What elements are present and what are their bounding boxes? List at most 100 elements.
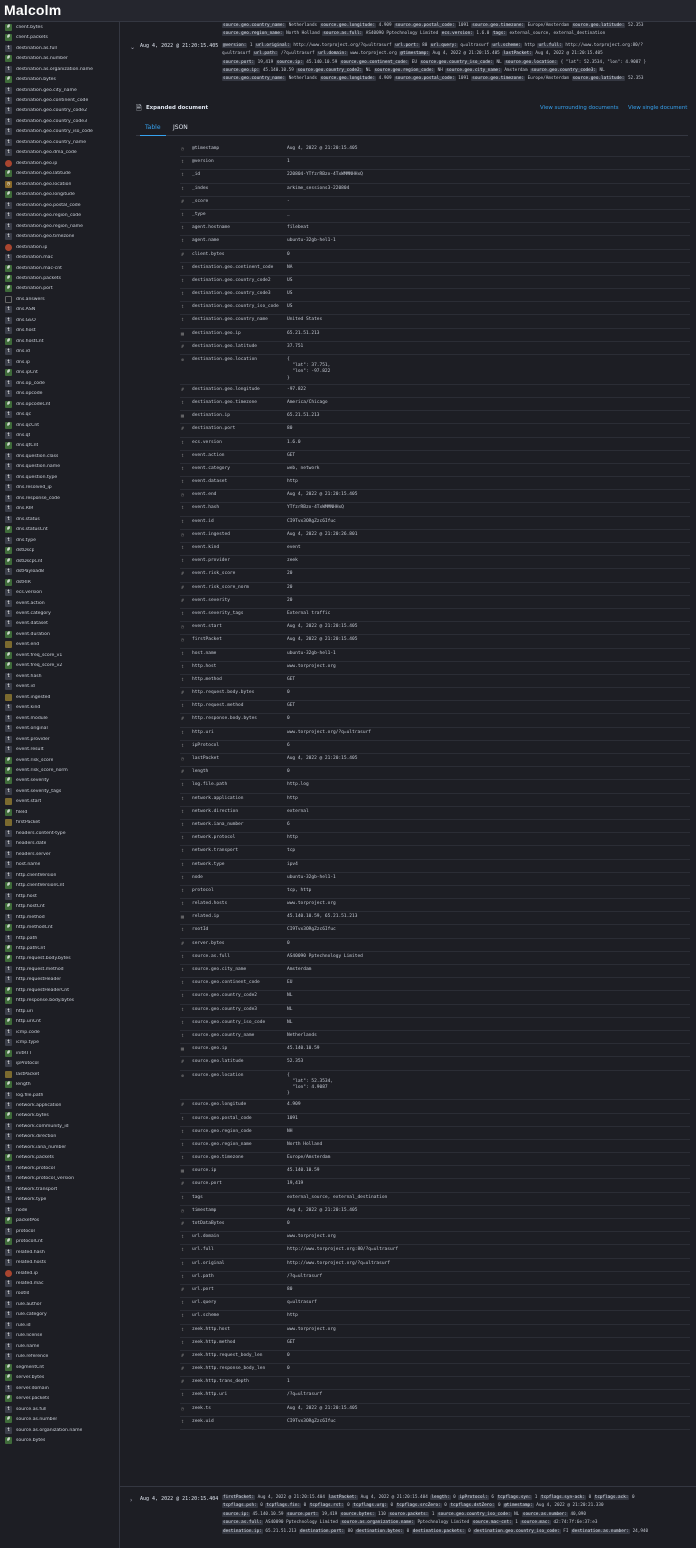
doc-table-row[interactable]: t zeek.uid CI9Tvx3ORgZzc6Ifuc: [180, 1417, 690, 1431]
doc-table-row[interactable]: t destination.geo.continent_code NA: [180, 263, 690, 276]
sidebar-field-item[interactable]: t network.transport: [0, 1184, 119, 1194]
tab-table[interactable]: Table: [140, 122, 166, 136]
doc-table-row[interactable]: ▦ related.ip 45.140.10.59, 65.21.51.213: [180, 912, 690, 926]
sidebar-field-item[interactable]: # source.as.number: [0, 1414, 119, 1424]
doc-table-row[interactable]: t event.provider zeek: [180, 556, 690, 570]
doc-table-row[interactable]: # destination.geo.latitude 37.751: [180, 342, 690, 355]
doc-table-row[interactable]: ◷ @timestamp Aug 4, 2022 @ 21:20:15.405: [180, 144, 690, 158]
sidebar-field-item[interactable]: t destination.geo.city_name: [0, 85, 119, 95]
sidebar-field-item[interactable]: # packetPos: [0, 1215, 119, 1225]
sidebar-field-item[interactable]: t icmp.code: [0, 1027, 119, 1037]
previous-row-summary[interactable]: source.geo.country_name: Netherlands sou…: [222, 22, 692, 38]
sidebar-field-item[interactable]: t dstPayload8: [0, 566, 119, 576]
sidebar-field-item[interactable]: t node: [0, 1205, 119, 1215]
sidebar-field-item[interactable]: t event.dataset: [0, 619, 119, 629]
doc-table-row[interactable]: t destination.geo.country_code3 US: [180, 289, 690, 303]
sidebar-field-item[interactable]: t dns.host: [0, 326, 119, 336]
doc-table-row[interactable]: t url.original http://www.torproject.org/?…: [180, 1259, 690, 1272]
sidebar-field-item[interactable]: # destination.geo.longitude: [0, 190, 119, 200]
doc-table-row[interactable]: t event.hash YTfzrRBzo-4TxWMMNHHxQ: [180, 503, 690, 517]
doc-table-row[interactable]: t zeek.http.method GET: [180, 1338, 690, 1351]
sidebar-field-item[interactable]: t event.module: [0, 713, 119, 723]
doc-table-row[interactable]: t source.geo.region_name North Holland: [180, 1140, 690, 1154]
doc-table-row[interactable]: ▦ destination.ip 65.21.51.213: [180, 411, 690, 425]
doc-table-row[interactable]: t zeek.http.uri /?q=ultrasurf: [180, 1390, 690, 1404]
sidebar-field-item[interactable]: t ecs.version: [0, 587, 119, 597]
sidebar-field-item[interactable]: t network.protocol_version: [0, 1174, 119, 1184]
doc-table-row[interactable]: t source.as.full AS40090 Pptechnology Limi…: [180, 952, 690, 966]
sidebar-field-item[interactable]: # destination.mac-cnt: [0, 263, 119, 273]
doc-table-row[interactable]: t _id 220804-YTfzrRBzo-4TxWMMNHHxQ: [180, 170, 690, 184]
sidebar-field-item[interactable]: # http.response.body.bytes: [0, 996, 119, 1006]
sidebar-field-item[interactable]: related.ip: [0, 1268, 119, 1278]
doc-table-row[interactable]: # event.severity 20: [180, 596, 690, 609]
sidebar-field-item[interactable]: ◷ destination.geo.location: [0, 179, 119, 189]
doc-table-row[interactable]: ⊕ source.geo.location { "lat": 52.3534, "l…: [180, 1071, 690, 1101]
chevron-down-icon[interactable]: ⌄: [130, 44, 135, 51]
sidebar-field-item[interactable]: t rule.reference: [0, 1352, 119, 1362]
sidebar-field-item[interactable]: t headers.server: [0, 849, 119, 859]
expanded-row[interactable]: ⌄ Aug 4, 2022 @ 21:20:15.405 @version: 1…: [120, 42, 696, 86]
sidebar-field-item[interactable]: # length: [0, 1079, 119, 1089]
sidebar-field-item[interactable]: t destination.geo.region_name: [0, 221, 119, 231]
doc-table-row[interactable]: t destination.geo.country_name United Stat…: [180, 315, 690, 329]
sidebar-field-item[interactable]: t event.kind: [0, 702, 119, 712]
doc-table-row[interactable]: ▦ source.geo.ip 45.140.10.59: [180, 1044, 690, 1058]
sidebar-field-item[interactable]: t source.as.organization.name: [0, 1425, 119, 1435]
doc-table-row[interactable]: t ipProtocol 6: [180, 741, 690, 755]
doc-table-row[interactable]: t network.direction external: [180, 807, 690, 820]
sidebar-field-item[interactable]: # http.methodCnt: [0, 922, 119, 932]
sidebar-field-item[interactable]: t rootId: [0, 1289, 119, 1299]
doc-table-row[interactable]: t tags external_source, external_destinati…: [180, 1193, 690, 1206]
doc-table-row[interactable]: t destination.geo.timezone America/Chicago: [180, 398, 690, 412]
sidebar-field-item[interactable]: # http.requestHeaderCnt: [0, 985, 119, 995]
sidebar-field-item[interactable]: t event.action: [0, 598, 119, 608]
doc-table-row[interactable]: # totDataBytes 0: [180, 1219, 690, 1233]
doc-table-row[interactable]: t event.id CI9Tvx3ORgZzc6Ifuc: [180, 517, 690, 530]
sidebar-field-item[interactable]: t dns.resolved_ip: [0, 483, 119, 493]
doc-table-row[interactable]: t _type _: [180, 210, 690, 224]
sidebar-field-item[interactable]: # client.packets: [0, 32, 119, 42]
doc-table-row[interactable]: t url.scheme http: [180, 1311, 690, 1325]
doc-table-row[interactable]: # event.risk_score_norm 20: [180, 583, 690, 596]
doc-table-row[interactable]: t host.name ubuntu-32gb-hel1-1: [180, 649, 690, 662]
doc-table-row[interactable]: # url.port 80: [180, 1285, 690, 1299]
sidebar-field-item[interactable]: t rule.author: [0, 1299, 119, 1309]
doc-table-row[interactable]: t source.geo.country_name Netherlands: [180, 1031, 690, 1045]
sidebar-field-item[interactable]: t server.domain: [0, 1383, 119, 1393]
sidebar-field-item[interactable]: # segmentCnt: [0, 1362, 119, 1372]
doc-table-row[interactable]: # event.risk_score 20: [180, 569, 690, 583]
sidebar-field-item[interactable]: destination.geo.ip: [0, 158, 119, 168]
sidebar-field-item[interactable]: t dns.status: [0, 514, 119, 524]
sidebar-field-item[interactable]: t network.community_id: [0, 1121, 119, 1131]
sidebar-field-item[interactable]: # event.duration: [0, 629, 119, 639]
sidebar-field-item[interactable]: t event.category: [0, 608, 119, 618]
doc-table-row[interactable]: t protocol tcp, http: [180, 886, 690, 900]
sidebar-field-item[interactable]: t destination.geo.country_iso_code: [0, 127, 119, 137]
doc-table-row[interactable]: t _index arkime_sessions3-220804: [180, 184, 690, 197]
sidebar-field-item[interactable]: # source.bytes: [0, 1435, 119, 1445]
malcolm-logo[interactable]: Malcolm: [4, 2, 61, 18]
sidebar-field-item[interactable]: t destination.as.full: [0, 43, 119, 53]
sidebar-field-item[interactable]: event.start: [0, 797, 119, 807]
doc-table-row[interactable]: t source.geo.continent_code EU: [180, 978, 690, 992]
sidebar-field-item[interactable]: # destination.packets: [0, 273, 119, 283]
doc-table-row[interactable]: t source.geo.region_code NH: [180, 1127, 690, 1140]
sidebar-field-item[interactable]: t headers.date: [0, 839, 119, 849]
sidebar-field-item[interactable]: # dns.hostCnt: [0, 336, 119, 346]
doc-table-row[interactable]: t rootId CI9Tvx3ORgZzc6Ifuc: [180, 925, 690, 939]
sidebar-field-item[interactable]: # destination.bytes: [0, 74, 119, 84]
sidebar-field-item[interactable]: t destination.as.organization.name: [0, 64, 119, 74]
doc-table-row[interactable]: t agent.name ubuntu-32gb-hel1-1: [180, 236, 690, 250]
doc-table-row[interactable]: ◷ lastPacket Aug 4, 2022 @ 21:20:15.405: [180, 754, 690, 768]
sidebar-field-item[interactable]: t log.file.path: [0, 1090, 119, 1100]
doc-table-row[interactable]: t event.dataset http: [180, 477, 690, 491]
doc-table-row[interactable]: # destination.port 80: [180, 424, 690, 438]
doc-table-row[interactable]: t url.query q=ultrasurf: [180, 1298, 690, 1312]
doc-table-row[interactable]: # zeek.http.response_body_len 0: [180, 1364, 690, 1378]
sidebar-field-item[interactable]: t dns.type: [0, 535, 119, 545]
sidebar-field-item[interactable]: t host.name: [0, 860, 119, 870]
sidebar-field-item[interactable]: t event.provider: [0, 734, 119, 744]
sidebar-field-item[interactable]: t dns.qc: [0, 409, 119, 419]
sidebar-field-item[interactable]: t destination.geo.postal_code: [0, 200, 119, 210]
